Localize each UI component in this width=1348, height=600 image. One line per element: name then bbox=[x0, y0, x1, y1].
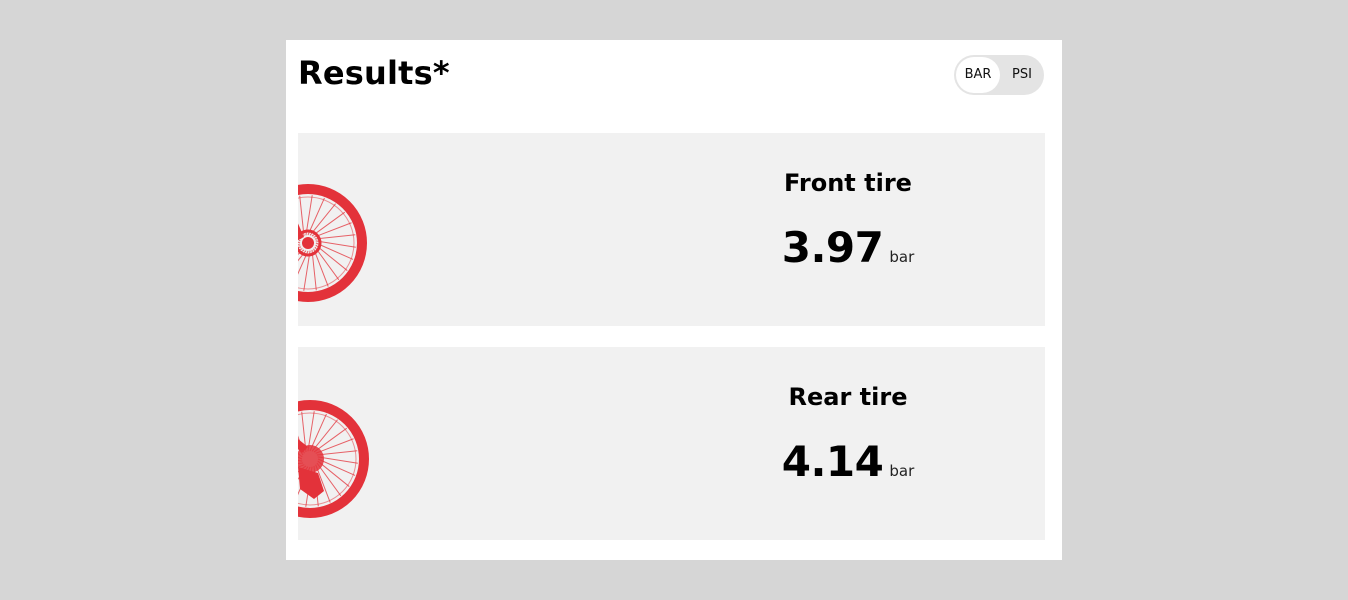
front-tire-value: 3.97 bbox=[781, 223, 884, 272]
wheel-spoke bbox=[303, 250, 311, 291]
wheel-spoke bbox=[305, 195, 313, 236]
wheel-spoke bbox=[313, 222, 352, 238]
front-tire-panel: Front tire 3.97 bar bbox=[298, 133, 1045, 326]
front-wheel-icon bbox=[298, 184, 367, 302]
rear-wheel-icon bbox=[298, 400, 369, 518]
rear-tire-panel: Rear tire 4.14 bar bbox=[298, 347, 1045, 540]
rear-tire-label: Rear tire bbox=[788, 383, 908, 411]
rear-tire-value: 4.14 bbox=[781, 437, 884, 486]
front-tire-label: Front tire bbox=[784, 169, 912, 197]
toggle-option-psi[interactable]: PSI bbox=[1002, 57, 1042, 93]
front-tire-reading: 3.97 bar bbox=[718, 223, 978, 272]
rear-tire-reading: 4.14 bar bbox=[718, 437, 978, 486]
rear-tire-unit: bar bbox=[889, 462, 915, 480]
wheel-spoke bbox=[314, 234, 356, 240]
wheel-spoke bbox=[313, 248, 329, 287]
toggle-option-bar[interactable]: BAR bbox=[956, 57, 1000, 93]
unit-toggle[interactable]: BAR PSI bbox=[954, 55, 1044, 95]
wheel-spoke bbox=[315, 240, 356, 248]
results-title: Results* bbox=[298, 54, 450, 92]
wheel-spoke bbox=[311, 249, 317, 291]
front-tire-unit: bar bbox=[889, 248, 915, 266]
results-card: Results* BAR PSI Front tire 3.97 bar Rear bbox=[286, 40, 1062, 560]
wheel-spoke bbox=[298, 250, 309, 275]
